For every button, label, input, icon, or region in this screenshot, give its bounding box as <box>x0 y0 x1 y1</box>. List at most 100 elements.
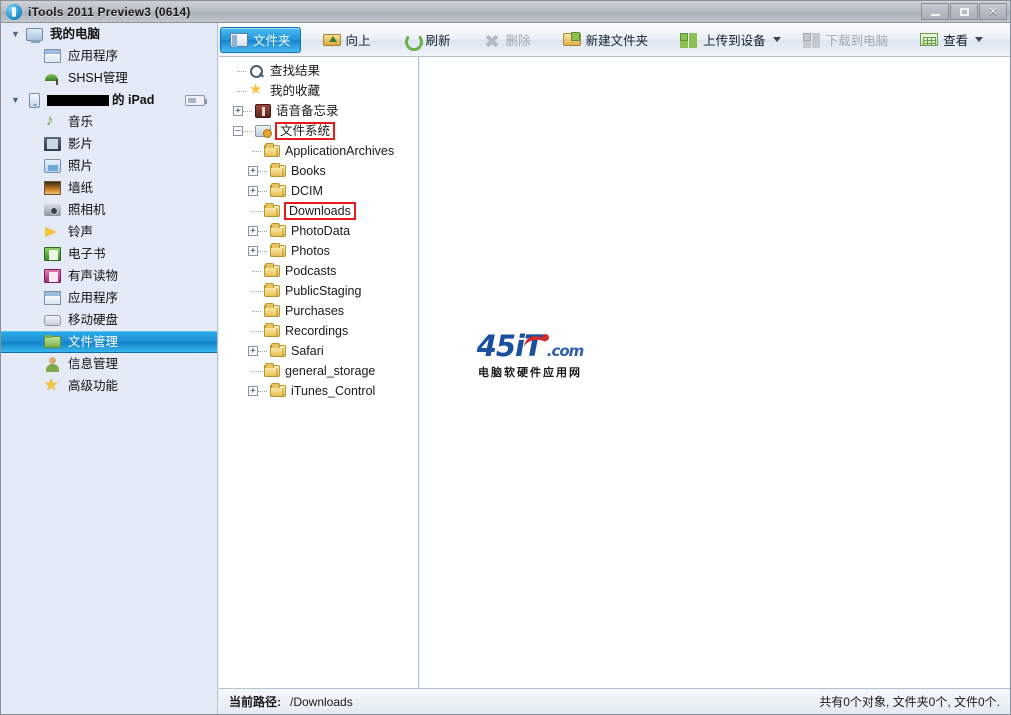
folder-yellow-icon <box>270 383 286 397</box>
ebook-icon <box>44 247 61 261</box>
folder-yellow-icon <box>264 263 280 277</box>
toolbar-button-search[interactable]: 查找 <box>1005 27 1010 53</box>
collapse-minus-icon[interactable]: – <box>233 126 243 136</box>
sidebar-item-movies[interactable]: 影片 <box>1 133 217 155</box>
file-list-panel[interactable]: 45iT .com 电脑软硬件应用网 <box>420 57 1010 688</box>
sidebar-item-label: 有声读物 <box>68 268 119 283</box>
sidebar-item-label: 高级功能 <box>68 378 119 393</box>
maximize-button[interactable] <box>950 3 978 20</box>
chevron-down-icon[interactable]: ▼ <box>11 95 23 105</box>
camera-icon <box>44 204 61 216</box>
chevron-down-icon[interactable]: ▼ <box>11 29 23 39</box>
toolbar-button-view[interactable]: 查看 <box>910 27 993 53</box>
toolbar-button-new-folder[interactable]: 新建文件夹 <box>553 27 659 53</box>
tree-item-safari[interactable]: + Safari <box>219 341 418 361</box>
tree-item-photos[interactable]: + Photos <box>219 241 418 261</box>
toolbar-button-upload-to-device[interactable]: 上传到设备 <box>670 27 791 53</box>
tree-item-photodata[interactable]: + PhotoData <box>219 221 418 241</box>
chevron-down-icon[interactable] <box>772 37 781 42</box>
sidebar-item-music[interactable]: 音乐 <box>1 111 217 133</box>
status-path: 当前路径: /Downloads <box>229 693 353 710</box>
sidebar-item-info-management[interactable]: 信息管理 <box>1 353 217 375</box>
tree-item-label: Safari <box>291 343 324 358</box>
tree-item-podcasts[interactable]: Podcasts <box>219 261 418 281</box>
redacted-device-name <box>47 94 109 106</box>
monitor-icon <box>26 27 43 43</box>
sidebar-item-wallpaper[interactable]: 墙纸 <box>1 177 217 199</box>
tree-item-books[interactable]: + Books <box>219 161 418 181</box>
toolbar-button-refresh[interactable]: 刷新 <box>393 27 461 53</box>
view-grid-icon <box>920 33 939 46</box>
folder-yellow-icon <box>264 303 280 317</box>
toolbar-button-folder-tab[interactable]: 文件夹 <box>220 26 301 53</box>
tree-item-filesystem[interactable]: – 文件系统 <box>219 121 418 141</box>
expand-plus-icon[interactable]: + <box>248 386 258 396</box>
sidebar-item-photos[interactable]: 照片 <box>1 155 217 177</box>
tree-item-general-storage[interactable]: general_storage <box>219 361 418 381</box>
sidebar-group-ipad[interactable]: ▼ 的 iPad <box>1 89 217 111</box>
toolbar-button-label: 上传到设备 <box>703 34 766 48</box>
tree-connector <box>237 90 246 92</box>
sidebar-group-label: 我的电脑 <box>50 26 101 41</box>
sidebar-group-my-computer[interactable]: ▼ 我的电脑 <box>1 23 217 45</box>
tree-item-applicationarchives[interactable]: ApplicationArchives <box>219 141 418 161</box>
expand-plus-icon[interactable]: + <box>248 246 258 256</box>
sidebar: ▼ 我的电脑 应用程序 SHSH管理 ▼ 的 iPad 音乐 影片 <box>1 23 218 714</box>
toolbar-button-up[interactable]: 向上 <box>313 27 381 53</box>
search-result-icon <box>249 64 265 78</box>
tree-item-recordings[interactable]: Recordings <box>219 321 418 341</box>
delete-x-icon <box>483 32 501 48</box>
tree-item-favorites[interactable]: 我的收藏 <box>219 80 418 101</box>
sidebar-item-file-management[interactable]: 文件管理 <box>1 331 217 353</box>
upload-icon <box>680 32 698 48</box>
ringtone-icon <box>44 225 61 240</box>
close-button[interactable]: ✕ <box>979 3 1007 20</box>
tree-item-label: iTunes_Control <box>291 383 376 398</box>
expand-plus-icon[interactable]: + <box>248 166 258 176</box>
tree-connector <box>252 330 261 332</box>
tree-item-itunes-control[interactable]: + iTunes_Control <box>219 381 418 401</box>
tree-item-downloads[interactable]: Downloads <box>219 201 418 221</box>
folder-yellow-icon <box>264 203 280 217</box>
tree-item-purchases[interactable]: Purchases <box>219 301 418 321</box>
tree-connector <box>258 390 267 392</box>
refresh-icon <box>403 32 423 51</box>
folder-tree-panel[interactable]: 查找结果 我的收藏 + 语音备忘录 – 文件系统 <box>219 57 419 688</box>
film-icon <box>44 137 61 151</box>
title-bar: iTools 2011 Preview3 (0614) ✕ <box>1 1 1010 23</box>
tree-item-label: Recordings <box>285 323 349 338</box>
tree-item-search-results[interactable]: 查找结果 <box>219 61 418 81</box>
toolbar-button-label: 查看 <box>943 34 969 48</box>
expand-plus-icon[interactable]: + <box>248 346 258 356</box>
sidebar-item-portable-disk[interactable]: 移动硬盘 <box>1 309 217 331</box>
status-summary: 共有0个对象, 文件夹0个, 文件0个. <box>819 695 1000 709</box>
tree-item-label: ApplicationArchives <box>285 143 395 158</box>
tree-connector <box>258 250 267 252</box>
tab-folder-icon <box>230 32 248 47</box>
sidebar-item-shsh[interactable]: SHSH管理 <box>1 67 217 89</box>
tree-item-label: Purchases <box>285 303 345 318</box>
minimize-button[interactable] <box>921 3 949 20</box>
sidebar-item-advanced[interactable]: 高级功能 <box>1 375 217 397</box>
expand-plus-icon[interactable]: + <box>248 186 258 196</box>
sidebar-item-audiobooks[interactable]: 有声读物 <box>1 265 217 287</box>
sidebar-item-ringtones[interactable]: 铃声 <box>1 221 217 243</box>
folder-icon <box>44 335 61 348</box>
sidebar-item-applications[interactable]: 应用程序 <box>1 287 217 309</box>
tree-item-dcim[interactable]: + DCIM <box>219 181 418 201</box>
window-controls: ✕ <box>921 3 1007 20</box>
tree-item-voice-memos[interactable]: + 语音备忘录 <box>219 101 418 121</box>
sidebar-item-ebooks[interactable]: 电子书 <box>1 243 217 265</box>
folder-yellow-icon <box>270 243 286 257</box>
sidebar-item-applications-pc[interactable]: 应用程序 <box>1 45 217 67</box>
sidebar-item-camera[interactable]: 照相机 <box>1 199 217 221</box>
tree-connector <box>252 210 261 212</box>
expand-plus-icon[interactable]: + <box>248 226 258 236</box>
tree-item-publicstaging[interactable]: PublicStaging <box>219 281 418 301</box>
harddisk-icon <box>44 314 61 326</box>
expand-plus-icon[interactable]: + <box>233 106 243 116</box>
sidebar-item-label: 电子书 <box>68 246 106 261</box>
status-path-value: /Downloads <box>290 694 353 709</box>
apps-icon <box>44 291 61 305</box>
chevron-down-icon[interactable] <box>975 37 984 42</box>
